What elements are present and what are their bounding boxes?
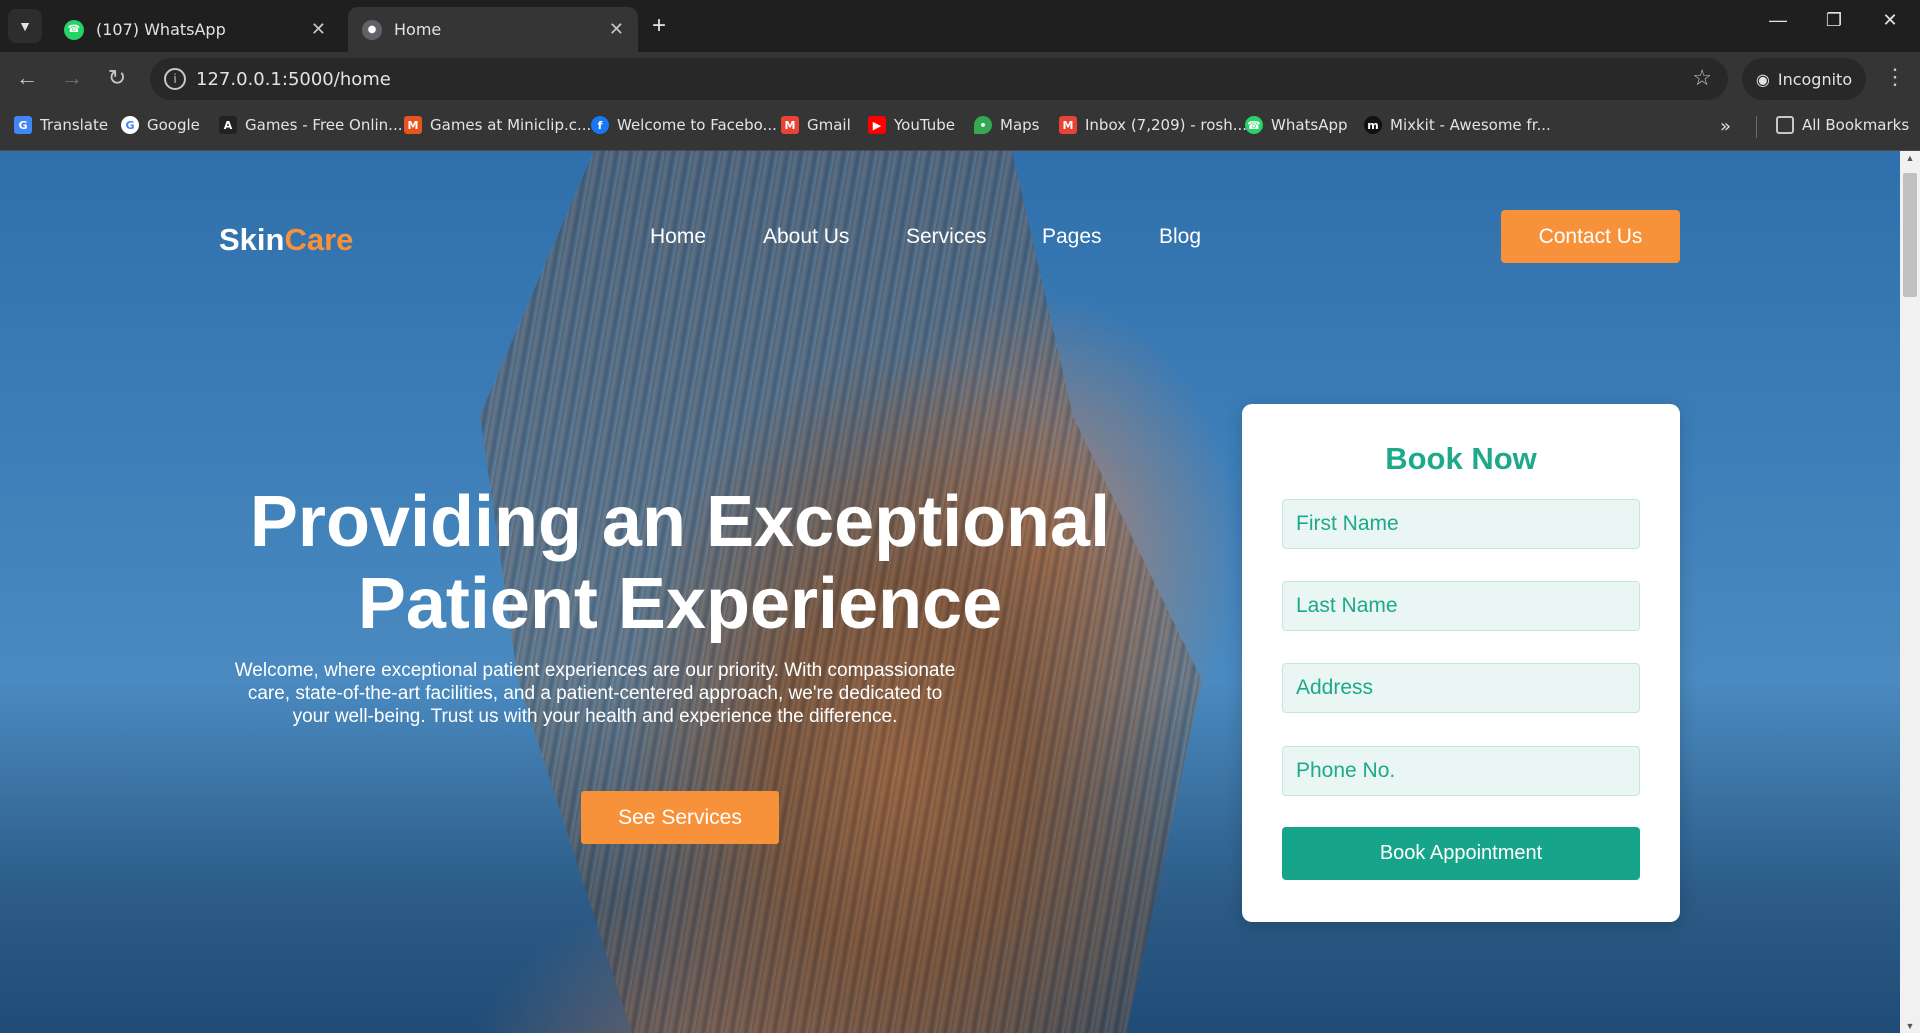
bookmark-label: Google [147, 116, 200, 134]
address-bar[interactable]: i 127.0.0.1:5000/home ☆ [150, 58, 1728, 100]
tab-home[interactable]: ● Home ✕ [348, 7, 638, 52]
see-services-button[interactable]: See Services [581, 791, 779, 844]
translate-icon: G [14, 116, 32, 134]
back-icon[interactable]: ← [12, 65, 42, 91]
bookmark-facebook[interactable]: f Welcome to Facebo... [591, 116, 777, 134]
phone-field[interactable] [1282, 746, 1640, 796]
all-bookmarks-label: All Bookmarks [1802, 116, 1910, 134]
browser-toolbar: ← → ↻ i 127.0.0.1:5000/home ☆ ◉ Incognit… [0, 52, 1920, 106]
more-bookmarks-icon[interactable]: » [1720, 116, 1731, 137]
close-icon[interactable]: ✕ [311, 19, 326, 40]
hero-title-line2: Patient Experience [357, 564, 1003, 644]
chevron-down-icon: ▼ [18, 18, 32, 34]
bookmark-miniclip[interactable]: M Games at Miniclip.c... [404, 116, 591, 134]
address-field[interactable] [1282, 663, 1640, 713]
logo-text-skin: Skin [219, 222, 285, 257]
site-logo[interactable]: SkinCare [219, 222, 353, 258]
youtube-icon: ▶ [868, 116, 886, 134]
bookmark-whatsapp[interactable]: ☎ WhatsApp [1245, 116, 1348, 134]
nav-home[interactable]: Home [650, 225, 706, 249]
gmail-icon: M [781, 116, 799, 134]
logo-text-care: Care [284, 222, 354, 257]
tab-strip: ▼ ☎ (107) WhatsApp ✕ ● Home ✕ + — ❐ ✕ [0, 0, 1920, 52]
bookmark-label: Welcome to Facebo... [617, 116, 777, 134]
restore-icon[interactable]: ❐ [1814, 10, 1854, 31]
bookmark-inbox[interactable]: M Inbox (7,209) - rosh... [1059, 116, 1247, 134]
bookmarks-bar: G Translate G Google A Games - Free Onli… [0, 106, 1920, 151]
bookmark-gmail[interactable]: M Gmail [781, 116, 851, 134]
contact-us-button[interactable]: Contact Us [1501, 210, 1680, 263]
bookmark-games[interactable]: A Games - Free Onlin... [219, 116, 402, 134]
bookmark-label: Games - Free Onlin... [245, 116, 403, 134]
scrollbar-thumb[interactable] [1903, 173, 1917, 297]
bookmark-translate[interactable]: G Translate [14, 116, 108, 134]
whatsapp-icon: ☎ [1245, 116, 1263, 134]
scroll-up-icon[interactable]: ▲ [1900, 153, 1920, 163]
bookmark-label: Inbox (7,209) - rosh... [1085, 116, 1248, 134]
bookmark-label: Mixkit - Awesome fr... [1390, 116, 1551, 134]
incognito-label: Incognito [1777, 69, 1853, 89]
book-appointment-button[interactable]: Book Appointment [1282, 827, 1640, 880]
last-name-field[interactable] [1282, 581, 1640, 631]
whatsapp-icon: ☎ [64, 19, 84, 40]
miniclip-icon: M [404, 116, 422, 134]
bookmark-star-icon[interactable]: ☆ [1692, 65, 1712, 91]
nav-services[interactable]: Services [906, 225, 987, 249]
google-icon: G [121, 116, 139, 134]
bookmark-label: Translate [40, 116, 109, 134]
nav-blog[interactable]: Blog [1159, 225, 1201, 249]
hero-title-line1: Providing an Exceptional [249, 482, 1111, 562]
window-close-icon[interactable]: ✕ [1870, 10, 1910, 31]
bookmark-label: YouTube [894, 116, 955, 134]
all-bookmarks[interactable]: All Bookmarks [1776, 116, 1909, 134]
reload-icon[interactable]: ↻ [102, 65, 132, 91]
booking-form: Book Now Book Appointment [1242, 404, 1680, 922]
bookmark-label: Maps [1000, 116, 1040, 134]
mixkit-icon: m [1364, 116, 1382, 134]
close-icon[interactable]: ✕ [609, 19, 624, 40]
divider [1756, 116, 1757, 138]
booking-title: Book Now [1385, 441, 1537, 476]
bookmark-mixkit[interactable]: m Mixkit - Awesome fr... [1364, 116, 1551, 134]
hero-description: Welcome, where exceptional patient exper… [234, 660, 956, 727]
page-viewport: SkinCare Home About Us Services Pages Bl… [0, 151, 1900, 1033]
hero-title: Providing an Exceptional Patient Experie… [180, 481, 1180, 645]
page-scrollbar[interactable]: ▲ ▼ [1900, 151, 1920, 1033]
tab-title: (107) WhatsApp [96, 20, 226, 39]
facebook-icon: f [591, 116, 609, 134]
incognito-indicator[interactable]: ◉ Incognito [1742, 58, 1866, 100]
nav-about-us[interactable]: About Us [763, 225, 849, 249]
first-name-field[interactable] [1282, 499, 1640, 549]
bookmark-google[interactable]: G Google [121, 116, 200, 134]
menu-kebab-icon[interactable]: ⋮ [1884, 64, 1906, 90]
incognito-icon: ◉ [1755, 69, 1770, 89]
globe-icon: ● [362, 19, 382, 40]
bookmark-youtube[interactable]: ▶ YouTube [868, 116, 955, 134]
tab-title: Home [394, 20, 442, 39]
forward-icon[interactable]: → [57, 65, 87, 91]
new-tab-button[interactable]: + [652, 12, 666, 40]
games-icon: A [219, 116, 237, 134]
url-text[interactable]: 127.0.0.1:5000/home [196, 69, 391, 90]
scroll-down-icon[interactable]: ▼ [1900, 1021, 1920, 1031]
tab-search-button[interactable]: ▼ [8, 9, 42, 43]
folder-icon [1776, 116, 1794, 134]
bookmark-label: WhatsApp [1271, 116, 1348, 134]
minimize-icon[interactable]: — [1758, 10, 1798, 31]
site-info-icon[interactable]: i [164, 68, 186, 90]
tab-whatsapp[interactable]: ☎ (107) WhatsApp ✕ [50, 7, 340, 52]
bookmark-maps[interactable]: • Maps [974, 116, 1039, 134]
nav-pages[interactable]: Pages [1042, 225, 1102, 249]
bookmark-label: Gmail [807, 116, 851, 134]
maps-icon: • [974, 116, 992, 134]
bookmark-label: Games at Miniclip.c... [430, 116, 592, 134]
gmail-icon: M [1059, 116, 1077, 134]
